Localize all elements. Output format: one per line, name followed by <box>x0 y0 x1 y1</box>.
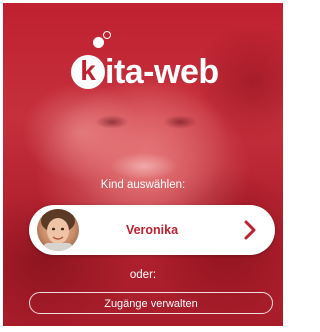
select-child-prompt: Kind auswählen: <box>100 179 186 191</box>
or-label: oder: <box>129 269 157 281</box>
logo-big-ball <box>93 37 104 48</box>
manage-accounts-button[interactable]: Zugänge verwalten <box>29 292 273 314</box>
kita-web-logo: k ita-web <box>65 31 235 91</box>
child-item-veronika[interactable]: Veronika <box>29 205 275 255</box>
login-screen: k ita-web Kind auswählen: Veronika oder:… <box>3 3 283 326</box>
chevron-right-icon <box>244 220 256 240</box>
logo-small-ball <box>103 31 111 39</box>
logo-wordmark: ita-web <box>105 53 219 91</box>
logo-k-badge: k <box>71 55 105 89</box>
background-photo-mouth <box>111 153 177 179</box>
background-photo-eye-left <box>95 115 129 129</box>
background-photo-face <box>61 71 231 221</box>
background-photo-eye-right <box>163 115 197 129</box>
